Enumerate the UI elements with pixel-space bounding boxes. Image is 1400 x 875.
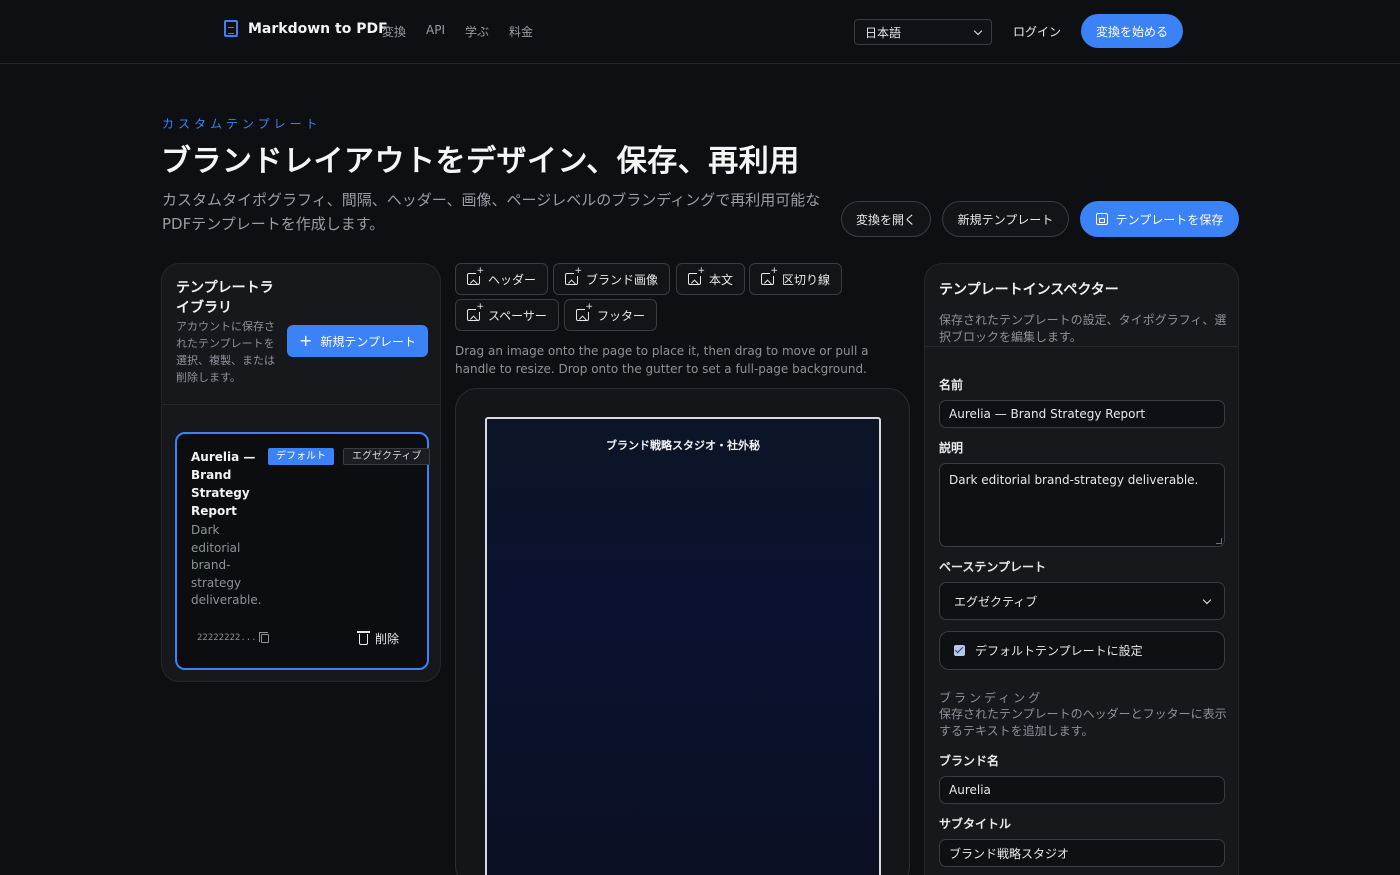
- inspector-title: テンプレートインスペクター: [939, 282, 1119, 298]
- page-canvas[interactable]: ブランド戦略スタジオ・社外秘: [455, 388, 910, 875]
- brand-name: Markdown to PDF: [248, 20, 388, 37]
- description-label: 説明: [939, 441, 964, 455]
- library-new-template-button[interactable]: + 新規テンプレート: [287, 325, 428, 357]
- add-image-icon: [467, 267, 484, 285]
- brand-name-input[interactable]: Aurelia: [939, 776, 1225, 804]
- name-input[interactable]: Aurelia — Brand Strategy Report: [939, 400, 1225, 428]
- default-template-checkbox-row[interactable]: デフォルトテンプレートに設定: [939, 631, 1225, 670]
- nav-link-learn[interactable]: 学ぶ: [465, 23, 489, 40]
- library-new-template-label: 新規テンプレート: [320, 334, 417, 349]
- language-select[interactable]: 日本語: [854, 19, 992, 45]
- page-description: カスタムタイポグラフィ、間隔、ヘッダー、画像、ページレベルのブランディングで再利…: [162, 191, 821, 233]
- template-id-copy[interactable]: 22222222...: [197, 631, 269, 643]
- inspector-description: 保存されたテンプレートの設定、タイポグラフィ、選択ブロックを編集します。: [939, 313, 1227, 344]
- section-eyebrow: カスタムテンプレート: [162, 117, 322, 131]
- main-nav: 変換 API 学ぶ 料金: [382, 23, 533, 40]
- pdf-page-header[interactable]: ブランド戦略スタジオ・社外秘: [487, 437, 879, 453]
- template-inspector-panel: テンプレートインスペクター 保存されたテンプレートの設定、タイポグラフィ、選択ブ…: [924, 263, 1239, 875]
- delete-label: 削除: [375, 632, 400, 646]
- save-template-label: テンプレートを保存: [1115, 212, 1224, 227]
- library-title: テンプレートライブラリ: [176, 280, 274, 316]
- add-body-block-button[interactable]: 本文: [676, 263, 746, 295]
- start-converting-button[interactable]: 変換を始める: [1081, 14, 1183, 48]
- subtitle-label: サブタイトル: [939, 817, 1012, 831]
- copy-icon: [258, 631, 269, 643]
- block-label-body: 本文: [709, 272, 734, 287]
- template-card[interactable]: Aurelia — Brand Strategy Report Dark edi…: [175, 432, 431, 670]
- branding-section-description: 保存されたテンプレートのヘッダーとフッターに表示するテキストを追加します。: [939, 707, 1227, 738]
- block-label-footer: フッター: [597, 308, 646, 323]
- page-title: ブランドレイアウトをデザイン、保存、再利用: [161, 144, 800, 179]
- name-input-value: Aurelia — Brand Strategy Report: [949, 407, 1146, 421]
- template-library-panel: テンプレートライブラリ アカウントに保存されたテンプレートを選択、複製、または削…: [161, 263, 441, 682]
- divider: [925, 346, 1238, 347]
- add-footer-block-button[interactable]: フッター: [564, 299, 658, 331]
- add-image-icon: [576, 303, 593, 321]
- description-textarea-value: Dark editorial brand-strategy deliverabl…: [949, 473, 1199, 487]
- login-link[interactable]: ログイン: [1013, 23, 1061, 40]
- trash-icon: [357, 631, 370, 645]
- template-id: 22222222...: [197, 633, 257, 643]
- nav-link-pricing[interactable]: 料金: [509, 23, 533, 40]
- library-description: アカウントに保存されたテンプレートを選択、複製、または削除します。: [176, 320, 275, 384]
- new-template-button[interactable]: 新規テンプレート: [942, 201, 1069, 237]
- add-spacer-block-button[interactable]: スペーサー: [455, 299, 559, 331]
- default-template-label: デフォルトテンプレートに設定: [975, 644, 1143, 658]
- add-divider-block-button[interactable]: 区切り線: [749, 263, 843, 295]
- block-label-divider: 区切り線: [782, 272, 831, 287]
- top-navigation-bar: Markdown to PDF 変換 API 学ぶ 料金 日本語 ログイン 変換…: [0, 0, 1400, 64]
- language-value: 日本語: [865, 25, 902, 40]
- branding-section-title: ブランディング: [939, 691, 1044, 705]
- add-image-icon: [467, 303, 484, 321]
- pdf-page-preview[interactable]: ブランド戦略スタジオ・社外秘: [485, 417, 881, 875]
- document-icon: [224, 20, 238, 37]
- brand-name-input-value: Aurelia: [949, 783, 991, 797]
- plus-icon: +: [298, 331, 313, 350]
- add-image-icon: [761, 267, 778, 285]
- add-image-icon: [565, 267, 582, 285]
- chevron-down-icon: [973, 26, 983, 35]
- block-label-spacer: スペーサー: [488, 308, 547, 323]
- add-header-block-button[interactable]: ヘッダー: [455, 263, 549, 295]
- save-icon: [1095, 213, 1108, 225]
- description-textarea[interactable]: Dark editorial brand-strategy deliverabl…: [939, 463, 1225, 547]
- block-label-brand-image: ブランド画像: [586, 272, 659, 287]
- template-card-description: Dark editorial brand-strategy deliverabl…: [191, 523, 262, 607]
- nav-link-convert[interactable]: 変換: [382, 23, 406, 40]
- base-template-label: ベーステンプレート: [939, 560, 1047, 574]
- nav-link-api[interactable]: API: [426, 23, 445, 40]
- base-template-value: エグゼクティブ: [954, 594, 1038, 609]
- name-label: 名前: [939, 378, 964, 392]
- brand-link[interactable]: Markdown to PDF: [224, 20, 388, 37]
- brand-name-label: ブランド名: [939, 754, 1000, 768]
- default-template-checkbox[interactable]: [954, 645, 965, 656]
- block-label-header: ヘッダー: [488, 272, 537, 287]
- divider: [162, 404, 440, 405]
- editor-hint: Drag an image onto the page to place it,…: [455, 344, 869, 376]
- delete-template-button[interactable]: 削除: [357, 630, 400, 647]
- resize-handle-icon[interactable]: [1216, 538, 1222, 544]
- subtitle-input-value: ブランド戦略スタジオ: [949, 846, 1070, 861]
- base-template-badge: エグゼクティブ: [343, 448, 431, 465]
- open-converter-button[interactable]: 変換を開く: [841, 201, 931, 237]
- save-template-button[interactable]: テンプレートを保存: [1080, 201, 1239, 237]
- add-brand-image-block-button[interactable]: ブランド画像: [553, 263, 671, 295]
- subtitle-input[interactable]: ブランド戦略スタジオ: [939, 839, 1225, 867]
- chevron-down-icon: [1202, 595, 1212, 604]
- add-image-icon: [688, 267, 705, 285]
- template-card-name: Aurelia — Brand Strategy Report: [191, 450, 256, 518]
- default-badge: デフォルト: [268, 448, 334, 465]
- base-template-select[interactable]: エグゼクティブ: [939, 582, 1225, 620]
